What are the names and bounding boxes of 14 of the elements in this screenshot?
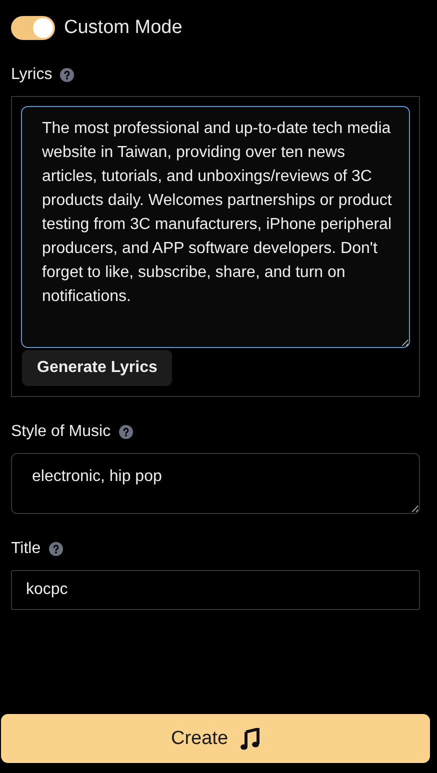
field-label: Style of Music bbox=[11, 423, 111, 441]
toggle-switch[interactable] bbox=[11, 16, 55, 40]
help-icon[interactable] bbox=[48, 542, 63, 556]
lyrics-field[interactable]: The most professional and up-to-date tech media website in Taiwan, providing over ten news articles, tutorials, and unboxings/reviews of 3C products daily. Welcomes partnerships or product testing from 3C manufacturers, iPhone peripheral producers, and APP software developers. Don't forget to like, subscribe, share, and turn on notifications. bbox=[21, 106, 410, 348]
field-label: Title bbox=[11, 540, 41, 558]
help-icon[interactable] bbox=[60, 68, 74, 82]
music-note-icon bbox=[240, 728, 260, 750]
toggle-label: Custom Mode bbox=[64, 17, 182, 39]
field-label: Lyrics bbox=[11, 66, 52, 84]
style-field[interactable]: electronic, hip pop bbox=[11, 453, 420, 514]
create-button[interactable]: Create bbox=[1, 714, 430, 763]
help-icon[interactable] bbox=[118, 425, 133, 439]
title-field[interactable]: kocpc bbox=[11, 570, 420, 610]
generate-lyrics-button[interactable]: Generate Lyrics bbox=[22, 350, 172, 386]
